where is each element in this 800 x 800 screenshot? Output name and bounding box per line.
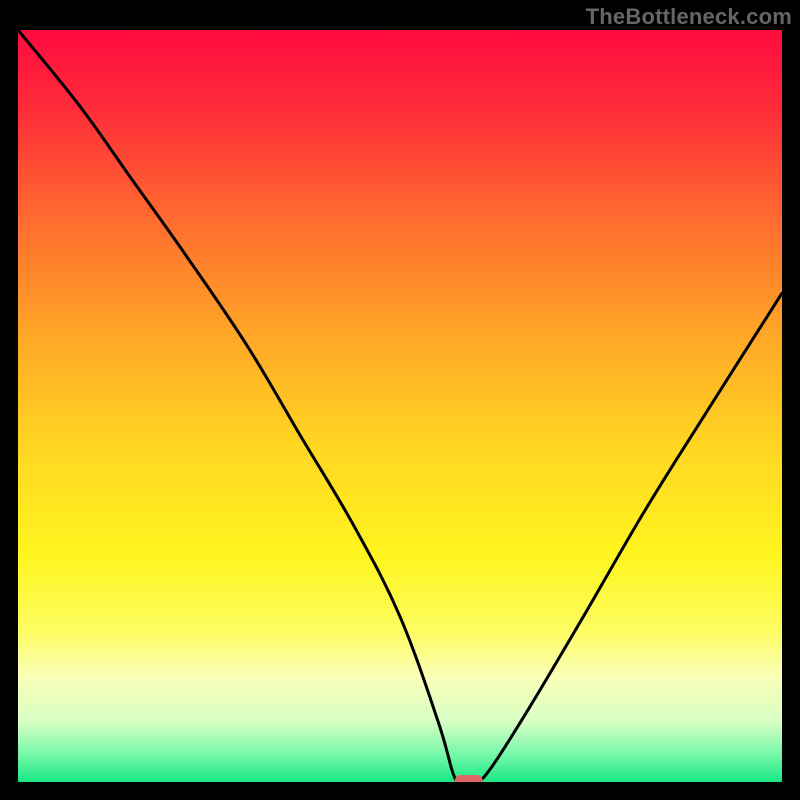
chart-frame: TheBottleneck.com: [0, 0, 800, 800]
plot-area: [18, 30, 782, 782]
bottleneck-chart: [18, 30, 782, 782]
gradient-background: [18, 30, 782, 782]
optimum-marker: [455, 775, 483, 782]
watermark-text: TheBottleneck.com: [586, 4, 792, 30]
